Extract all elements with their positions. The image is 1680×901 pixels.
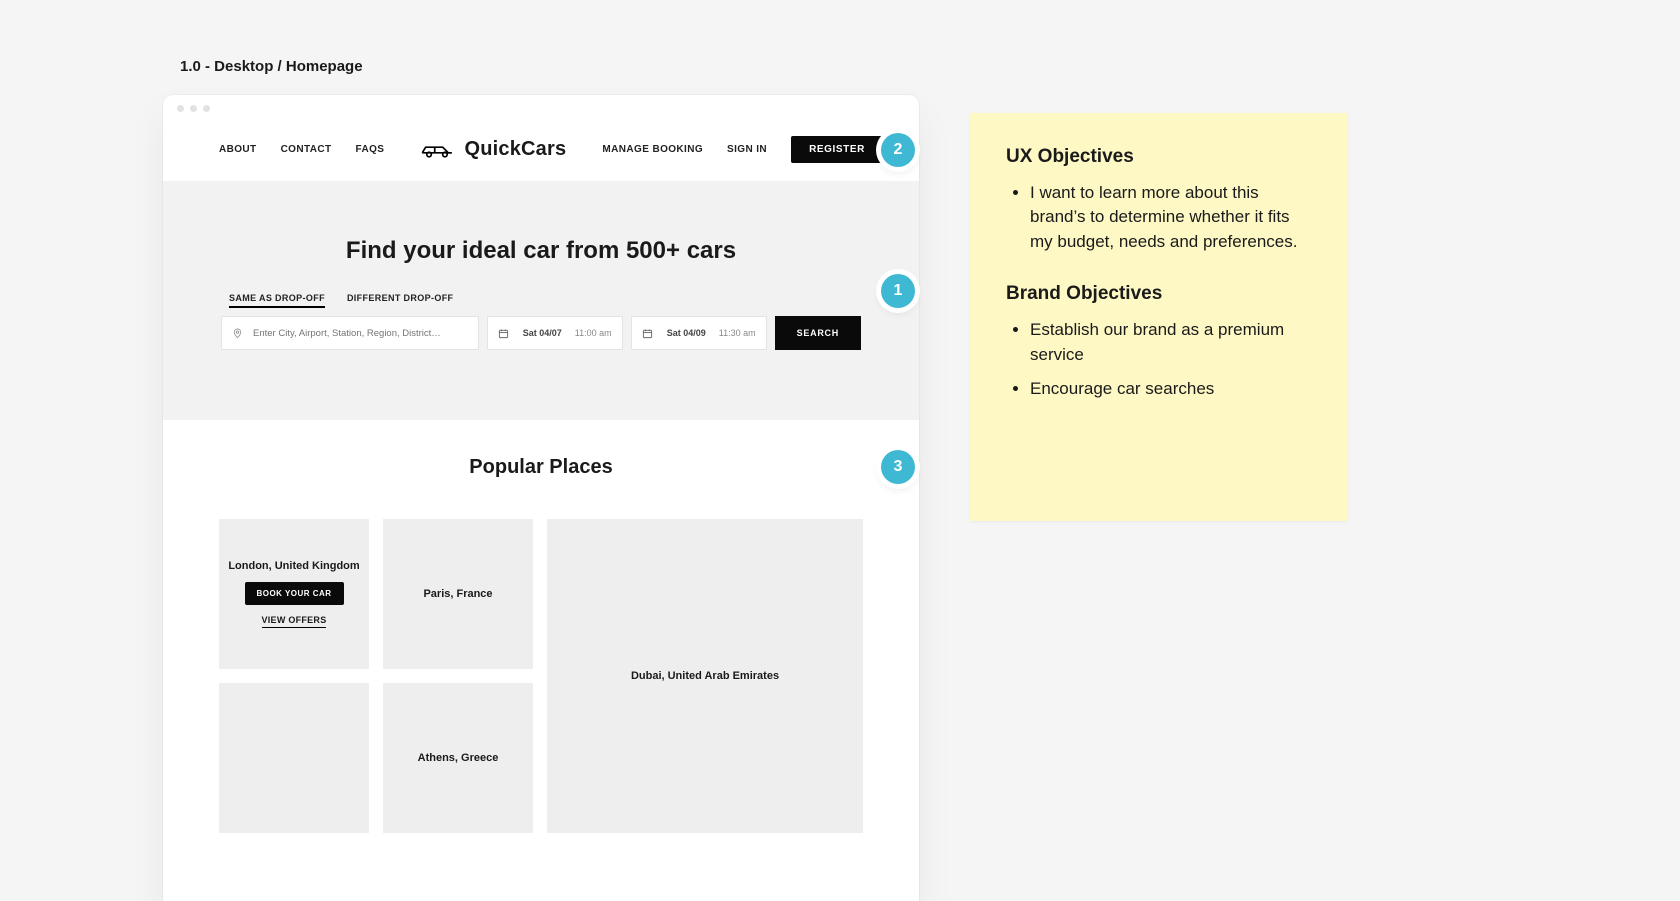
pickup-date: Sat 04/07 bbox=[523, 328, 562, 338]
place-card-dubai[interactable]: Dubai, United Arab Emirates bbox=[547, 519, 863, 833]
place-card-paris[interactable]: Paris, France bbox=[383, 519, 533, 669]
place-name: Paris, France bbox=[423, 588, 492, 600]
pickup-date-field[interactable]: Sat 04/07 11:00 am bbox=[487, 316, 623, 350]
tab-different-dropoff[interactable]: DIFFERENT DROP-OFF bbox=[347, 293, 453, 308]
brand[interactable]: QuickCars bbox=[420, 138, 566, 161]
nav-contact[interactable]: CONTACT bbox=[281, 144, 332, 155]
view-offers-link[interactable]: VIEW OFFERS bbox=[262, 615, 327, 628]
place-name: Dubai, United Arab Emirates bbox=[631, 670, 779, 682]
brand-name: QuickCars bbox=[464, 138, 566, 161]
place-card-athens[interactable]: Athens, Greece bbox=[383, 683, 533, 833]
nav-faqs[interactable]: FAQS bbox=[356, 144, 385, 155]
popular-places-title: Popular Places bbox=[219, 456, 863, 479]
register-button[interactable]: REGISTER bbox=[791, 136, 883, 163]
annotation-pin-3: 3 bbox=[881, 450, 915, 484]
calendar-icon bbox=[642, 327, 654, 339]
note-brand-item: Encourage car searches bbox=[1030, 377, 1312, 402]
nav-sign-in[interactable]: SIGN IN bbox=[727, 144, 767, 155]
browser-window: ABOUT CONTACT FAQS QuickCars MANAGE BOOK… bbox=[163, 95, 919, 901]
note-brand-item: Establish our brand as a premium service bbox=[1030, 318, 1312, 367]
dropoff-tabs: SAME AS DROP-OFF DIFFERENT DROP-OFF bbox=[229, 293, 861, 308]
window-dot bbox=[190, 105, 197, 112]
dropoff-time: 11:30 am bbox=[719, 328, 756, 338]
hero-section: Find your ideal car from 500+ cars SAME … bbox=[163, 181, 919, 420]
pickup-time: 11:00 am bbox=[575, 328, 612, 338]
popular-places-section: Popular Places London, United Kingdom BO… bbox=[163, 420, 919, 833]
dropoff-date-field[interactable]: Sat 04/09 11:30 am bbox=[631, 316, 767, 350]
nav-about[interactable]: ABOUT bbox=[219, 144, 257, 155]
book-car-button[interactable]: BOOK YOUR CAR bbox=[245, 582, 344, 605]
note-heading-brand: Brand Objectives bbox=[1006, 280, 1312, 308]
calendar-icon bbox=[498, 327, 510, 339]
note-ux-item: I want to learn more about this brand’s … bbox=[1030, 181, 1312, 255]
hero-title: Find your ideal car from 500+ cars bbox=[221, 237, 861, 265]
search-button[interactable]: SEARCH bbox=[775, 316, 861, 350]
location-field[interactable] bbox=[221, 316, 479, 350]
places-grid: London, United Kingdom BOOK YOUR CAR VIE… bbox=[219, 519, 863, 833]
top-nav: ABOUT CONTACT FAQS QuickCars MANAGE BOOK… bbox=[163, 118, 919, 173]
location-input[interactable] bbox=[251, 327, 468, 340]
dropoff-date: Sat 04/09 bbox=[667, 328, 706, 338]
location-pin-icon bbox=[232, 327, 243, 339]
window-dot bbox=[203, 105, 210, 112]
nav-manage-booking[interactable]: MANAGE BOOKING bbox=[602, 144, 703, 155]
place-card-blank[interactable] bbox=[219, 683, 369, 833]
search-row: Sat 04/07 11:00 am Sat 04/09 11:30 am SE… bbox=[221, 316, 861, 350]
annotation-pin-1: 1 bbox=[881, 274, 915, 308]
annotation-pin-2: 2 bbox=[881, 133, 915, 167]
car-icon bbox=[420, 141, 454, 159]
note-heading-ux: UX Objectives bbox=[1006, 143, 1312, 171]
place-name: London, United Kingdom bbox=[228, 560, 359, 572]
window-controls bbox=[163, 95, 919, 118]
page-label: 1.0 - Desktop / Homepage bbox=[180, 58, 363, 75]
window-dot bbox=[177, 105, 184, 112]
tab-same-dropoff[interactable]: SAME AS DROP-OFF bbox=[229, 293, 325, 308]
place-card-london[interactable]: London, United Kingdom BOOK YOUR CAR VIE… bbox=[219, 519, 369, 669]
place-name: Athens, Greece bbox=[418, 752, 499, 764]
objectives-note: UX Objectives I want to learn more about… bbox=[970, 113, 1348, 521]
